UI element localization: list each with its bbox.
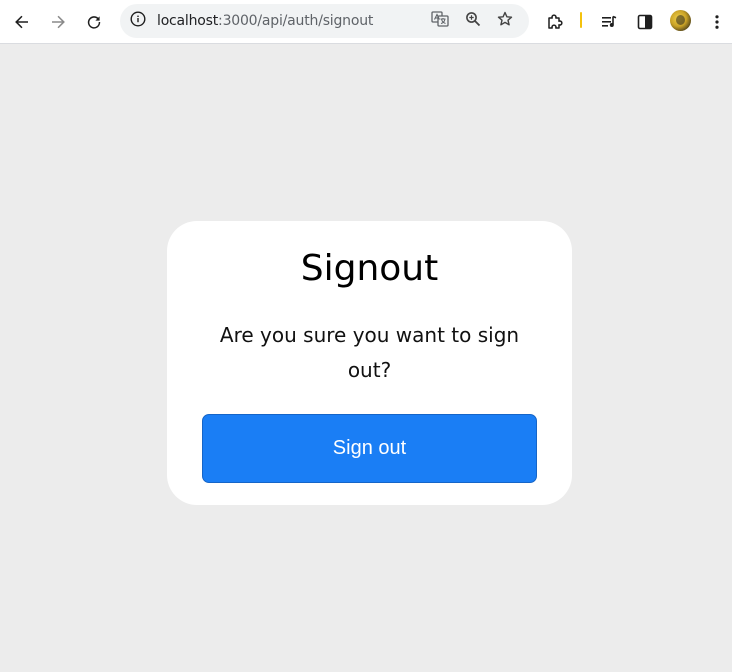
url-text[interactable]: localhost:3000/api/auth/signout: [157, 4, 373, 38]
url-path: :3000/api/auth/signout: [218, 13, 374, 29]
menu-button[interactable]: [701, 6, 732, 38]
translate-icon: [431, 10, 449, 32]
translate-button[interactable]: [428, 9, 452, 33]
zoom-icon: [465, 11, 481, 31]
media-control-button[interactable]: [593, 6, 625, 38]
sign-out-button[interactable]: Sign out: [202, 414, 537, 483]
back-arrow-icon: [14, 14, 30, 30]
extensions-button[interactable]: [539, 6, 571, 38]
side-panel-icon: [637, 14, 653, 30]
signout-message: Are you sure you want to sign out?: [219, 323, 520, 382]
site-info-button[interactable]: [128, 11, 148, 31]
toolbar-divider: [580, 12, 582, 28]
puzzle-icon: [546, 13, 564, 31]
browser-toolbar: localhost:3000/api/auth/signout: [0, 0, 732, 44]
forward-button[interactable]: [42, 6, 74, 38]
address-bar[interactable]: localhost:3000/api/auth/signout: [120, 4, 529, 38]
info-icon: [130, 11, 146, 31]
url-host: localhost: [157, 13, 219, 29]
media-control-icon: [600, 13, 618, 31]
forward-arrow-icon: [50, 14, 66, 30]
zoom-button[interactable]: [461, 9, 485, 33]
star-icon: [497, 11, 513, 31]
kebab-menu-icon: [709, 14, 725, 30]
side-panel-button[interactable]: [629, 6, 661, 38]
reload-button[interactable]: [78, 6, 110, 38]
reload-icon: [86, 14, 102, 30]
signout-card: Signout Are you sure you want to sign ou…: [167, 221, 572, 505]
bookmark-button[interactable]: [493, 9, 517, 33]
avatar[interactable]: [670, 10, 691, 31]
page-title: Signout: [300, 248, 439, 289]
back-button[interactable]: [6, 6, 38, 38]
